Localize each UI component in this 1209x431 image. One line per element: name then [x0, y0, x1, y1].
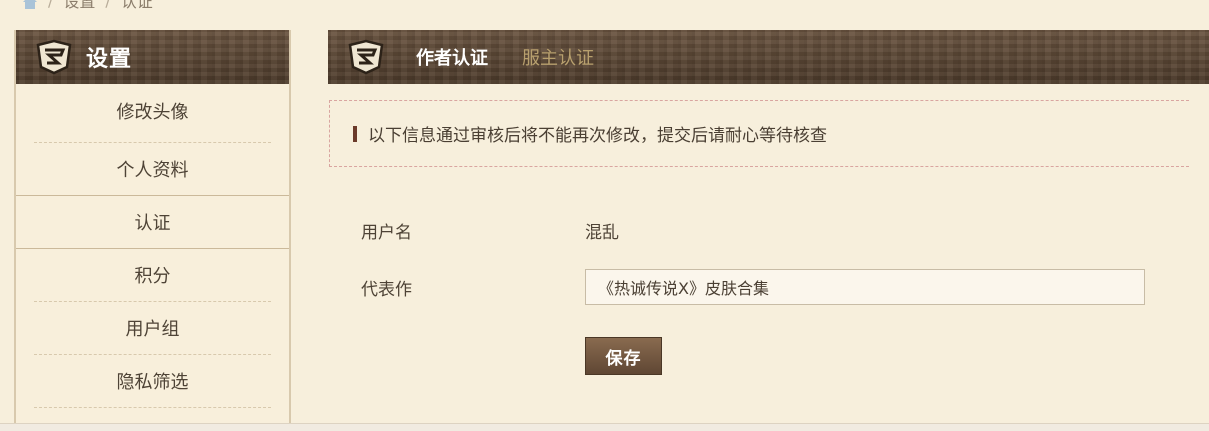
sidebar-header: 设置: [16, 30, 289, 84]
save-button[interactable]: 保存: [585, 337, 662, 375]
sidebar-item-label: 修改头像: [116, 102, 189, 123]
tab-server-verify[interactable]: 服主认证: [522, 44, 594, 70]
username-row: 用户名 混乱: [361, 218, 619, 243]
notice-marker: [353, 125, 357, 142]
tab-author-verify[interactable]: 作者认证: [416, 44, 488, 70]
sidebar-item-label: 用户组: [125, 319, 180, 340]
username-label: 用户名: [361, 222, 412, 243]
main-header: 作者认证 服主认证: [328, 30, 1209, 84]
breadcrumb-item-verify: 认证: [120, 0, 153, 11]
sidebar-item-privacy[interactable]: 隐私筛选: [34, 355, 271, 408]
breadcrumb-item-settings[interactable]: 设置: [63, 0, 95, 12]
sidebar-title: 设置: [86, 47, 133, 72]
sidebar-item-label: 认证: [134, 213, 171, 234]
home-icon[interactable]: [22, 0, 38, 10]
sidebar-item-usergroup[interactable]: 用户组: [34, 302, 271, 355]
sidebar-nav: 修改头像 个人资料 认证 积分 用户组 隐私筛选: [16, 84, 289, 408]
breadcrumb-separator: /: [48, 0, 54, 10]
page-bottom-divider: [0, 423, 1209, 431]
work-input[interactable]: [585, 269, 1145, 305]
sidebar: 设置 修改头像 个人资料 认证 积分 用户组 隐私筛选: [14, 30, 291, 431]
breadcrumb-separator: /: [105, 0, 111, 10]
breadcrumb: / 设置 / 认证: [22, 0, 153, 12]
work-row: 代表作: [361, 268, 1145, 306]
sidebar-item-avatar[interactable]: 修改头像: [34, 84, 271, 143]
shield-emblem-icon: [34, 39, 74, 75]
shield-emblem-icon: [346, 39, 386, 75]
sidebar-item-label: 个人资料: [116, 160, 189, 181]
sidebar-item-label: 积分: [134, 266, 171, 287]
work-label: 代表作: [361, 279, 412, 300]
notice-text: 以下信息通过审核后将不能再次修改，提交后请耐心等待核查: [368, 126, 827, 146]
notice-box: 以下信息通过审核后将不能再次修改，提交后请耐心等待核查: [329, 100, 1189, 167]
sidebar-item-points[interactable]: 积分: [34, 249, 271, 302]
sidebar-item-label: 隐私筛选: [116, 372, 189, 393]
sidebar-item-profile[interactable]: 个人资料: [16, 143, 289, 196]
sidebar-item-verify[interactable]: 认证: [16, 196, 289, 249]
username-value: 混乱: [585, 222, 619, 243]
